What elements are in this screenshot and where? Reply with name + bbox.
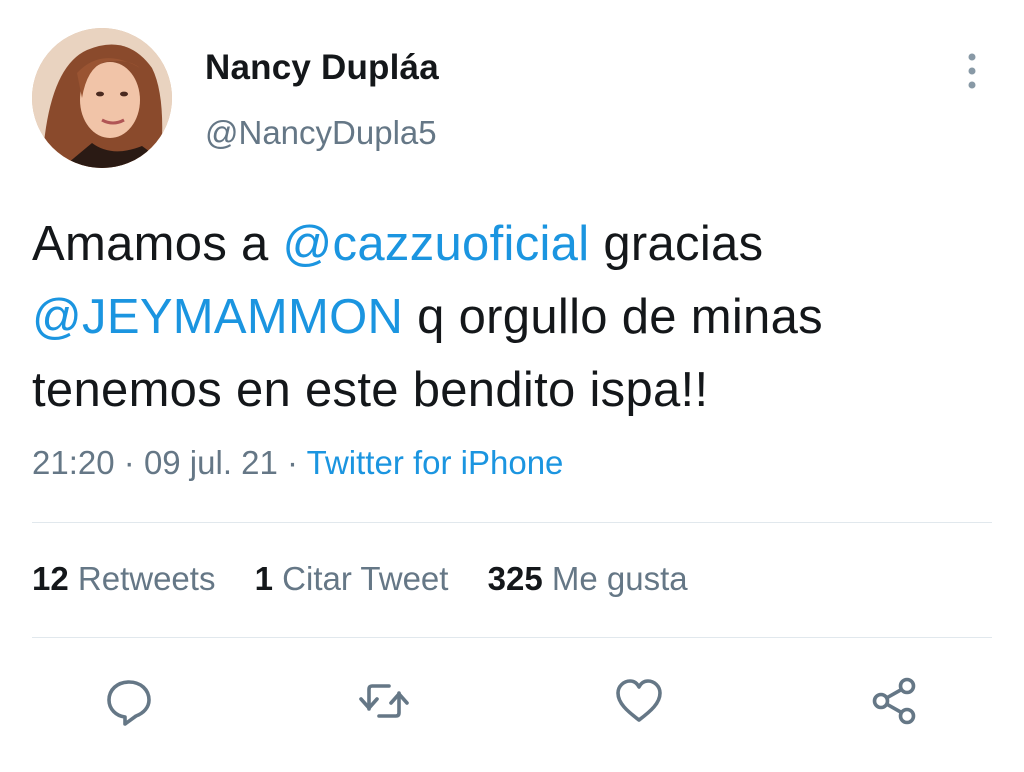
retweet-button[interactable] [358, 675, 410, 727]
quotes-stat[interactable]: 1 Citar Tweet [255, 560, 449, 597]
tweet-date: 09 jul. 21 [143, 444, 278, 481]
tweet-text: Amamos a @cazzuoficial gracias @JEYMAMMO… [32, 208, 992, 427]
divider [32, 637, 992, 638]
share-icon [872, 677, 916, 725]
retweets-stat[interactable]: 12 Retweets [32, 560, 215, 597]
retweets-count: 12 [32, 560, 69, 597]
more-options-icon[interactable] [958, 50, 986, 92]
quotes-label: Citar Tweet [282, 560, 449, 597]
tweet-text-segment: Amamos a [32, 217, 283, 271]
reply-icon [107, 680, 151, 726]
profile-photo-icon [32, 28, 172, 168]
quotes-count: 1 [254, 560, 273, 597]
divider [32, 522, 992, 523]
tweet-time: 21:20 [32, 444, 115, 481]
retweet-icon [359, 684, 409, 718]
likes-stat[interactable]: 325 Me gusta [488, 560, 688, 597]
meta-separator: · [287, 444, 299, 481]
tweet-source-link[interactable]: Twitter for iPhone [307, 444, 564, 481]
likes-count: 325 [487, 560, 543, 597]
avatar[interactable] [32, 28, 172, 168]
like-button[interactable] [613, 675, 665, 727]
user-handle[interactable]: @NancyDupla5 [205, 114, 437, 152]
likes-label: Me gusta [551, 560, 688, 597]
mention-link[interactable]: @cazzuoficial [283, 217, 590, 271]
meta-separator: · [123, 444, 135, 481]
tweet-text-segment: gracias [589, 217, 764, 271]
mention-link[interactable]: @JEYMAMMON [32, 290, 403, 344]
tweet-meta: 21:20 · 09 jul. 21 · Twitter for iPhone [32, 444, 563, 482]
tweet-stats: 12 Retweets 1 Citar Tweet 325 Me gusta [32, 560, 718, 598]
share-button[interactable] [869, 675, 921, 727]
reply-button[interactable] [103, 675, 155, 727]
retweets-label: Retweets [77, 560, 216, 597]
like-icon [616, 679, 662, 722]
display-name[interactable]: Nancy Dupláa [205, 48, 439, 88]
